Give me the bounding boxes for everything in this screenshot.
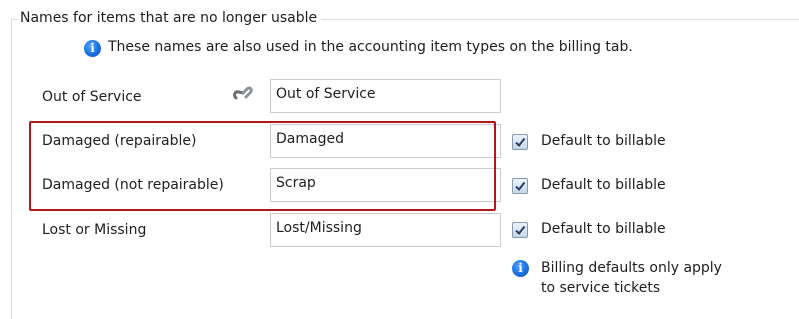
damaged-repairable-label: Damaged (repairable) [42, 133, 197, 149]
billing-note-line-2: to service tickets [541, 280, 661, 296]
group-title: Names for items that are no longer usabl… [18, 10, 322, 26]
billing-note: Billing defaults only apply to service t… [541, 258, 722, 298]
damaged-not-repairable-billable-label: Default to billable [541, 177, 666, 193]
checkmark-icon [515, 181, 526, 192]
out-of-service-label: Out of Service [42, 89, 142, 105]
billing-note-line-1: Billing defaults only apply [541, 260, 722, 276]
link-icon[interactable] [232, 84, 254, 102]
info-icon: i [84, 40, 101, 57]
lost-or-missing-label: Lost or Missing [42, 222, 147, 238]
checkmark-icon [515, 137, 526, 148]
info-text: These names are also used in the account… [108, 39, 633, 55]
damaged-not-repairable-label: Damaged (not repairable) [42, 177, 224, 193]
lost-or-missing-checkbox[interactable] [512, 222, 528, 238]
damaged-repairable-checkbox[interactable] [512, 134, 528, 150]
damaged-repairable-field[interactable]: Damaged [270, 124, 501, 158]
out-of-service-field[interactable]: Out of Service [270, 79, 501, 113]
info-icon: i [512, 260, 529, 277]
damaged-repairable-billable-label: Default to billable [541, 133, 666, 149]
damaged-not-repairable-checkbox[interactable] [512, 178, 528, 194]
lost-or-missing-billable-label: Default to billable [541, 221, 666, 237]
damaged-not-repairable-field[interactable]: Scrap [270, 168, 501, 202]
lost-or-missing-field[interactable]: Lost/Missing [270, 213, 501, 247]
checkmark-icon [515, 225, 526, 236]
